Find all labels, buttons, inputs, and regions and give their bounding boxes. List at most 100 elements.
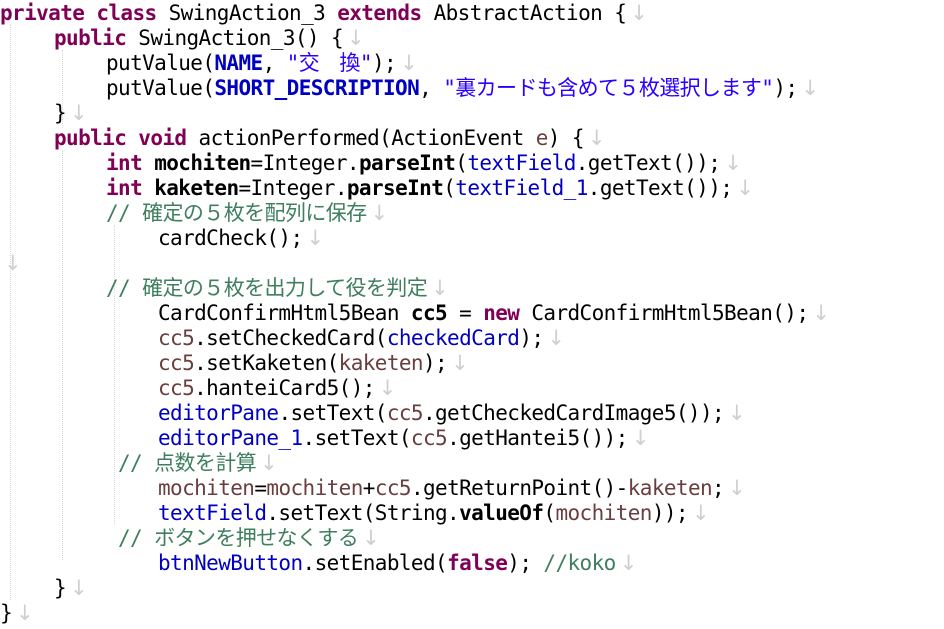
code-line[interactable]: textField.setText(String.valueOf(mochite… xyxy=(158,501,710,526)
code-line[interactable]: cc5.setCheckedCard(checkedCard); ↓ xyxy=(158,326,565,351)
code-line[interactable]: cc5.hanteiCard5(); ↓ xyxy=(158,376,396,401)
code-line[interactable]: btnNewButton.setEnabled(false); //koko ↓ xyxy=(158,551,637,576)
code-token: cc5 xyxy=(158,326,195,350)
code-token: cc5 xyxy=(158,351,195,375)
code-token: mochiten xyxy=(158,476,255,500)
code-token: ( xyxy=(455,151,468,175)
code-comment: // 確定の５枚を出力して役を判定 xyxy=(106,276,428,300)
code-token: mochiten xyxy=(266,476,363,500)
line-end-icon: ↓ xyxy=(587,126,606,150)
code-token: parseInt xyxy=(358,151,456,175)
code-token: cc5 xyxy=(374,476,412,500)
code-token: private class xyxy=(0,1,157,25)
code-token: editorPane xyxy=(158,401,279,425)
code-token: kaketen xyxy=(154,176,239,200)
line-end-icon: ↓ xyxy=(619,551,638,575)
code-token: + xyxy=(362,476,376,500)
code-token: kaketen xyxy=(338,351,424,375)
code-line[interactable]: // 確定の５枚を出力して役を判定 ↓ xyxy=(106,276,449,301)
line-end-icon: ↓ xyxy=(736,176,754,200)
line-end-icon: ↓ xyxy=(630,1,648,25)
code-token: , xyxy=(419,76,444,100)
code-token: } xyxy=(0,601,13,625)
code-token: SHORT_DESCRIPTION xyxy=(214,76,420,100)
code-editor[interactable]: private class SwingAction_3 extends Abst… xyxy=(0,0,944,629)
code-token: )); xyxy=(651,501,689,525)
code-token: putValue( xyxy=(106,76,215,100)
code-line[interactable]: public void actionPerformed(ActionEvent … xyxy=(54,126,606,151)
line-end-icon: ↓ xyxy=(631,426,650,450)
code-token: extends xyxy=(337,1,422,25)
code-token: } xyxy=(54,101,67,125)
code-line[interactable]: CardConfirmHtml5Bean cc5 = new CardConfi… xyxy=(158,301,830,326)
code-line[interactable]: cc5.setKaketen(kaketen); ↓ xyxy=(158,351,469,376)
code-token: valueOf xyxy=(459,501,544,525)
line-end-icon: ↓ xyxy=(547,326,565,350)
code-line[interactable]: putValue(SHORT_DESCRIPTION, "裏カードも含めて５枚選… xyxy=(106,76,819,101)
code-token: kaketen xyxy=(627,476,713,500)
code-line[interactable]: } ↓ xyxy=(54,576,88,601)
code-token: CardConfirmHtml5Bean xyxy=(158,301,411,325)
code-token: ( xyxy=(443,176,456,200)
code-token: ) { xyxy=(547,126,585,150)
code-line[interactable]: // 確定の５枚を配列に保存 ↓ xyxy=(106,201,388,226)
line-end-icon: ↓ xyxy=(4,251,22,275)
code-token: int xyxy=(106,176,143,200)
line-end-icon: ↓ xyxy=(400,51,418,75)
code-token: ); xyxy=(422,351,448,375)
code-token: cc5 xyxy=(158,376,195,400)
line-end-icon: ↓ xyxy=(451,351,469,375)
code-token: e xyxy=(535,126,549,150)
code-token: .getReturnPoint()- xyxy=(410,476,628,500)
code-line[interactable]: cardCheck(); ↓ xyxy=(158,226,324,251)
code-line[interactable]: editorPane_1.setText(cc5.getHantei5()); ↓ xyxy=(158,426,649,451)
code-token: SwingAction_3 xyxy=(156,1,338,25)
line-end-icon: ↓ xyxy=(728,476,746,500)
code-token: actionPerformed(ActionEvent xyxy=(186,126,536,150)
code-token: checkedCard xyxy=(386,326,520,350)
code-token: "裏カードも含めて５枚選択します" xyxy=(443,76,774,100)
code-line[interactable]: private class SwingAction_3 extends Abst… xyxy=(0,1,648,26)
code-token: public void xyxy=(54,126,187,150)
line-end-icon: ↓ xyxy=(70,101,88,125)
code-token: .setEnabled( xyxy=(302,551,448,575)
line-end-icon: ↓ xyxy=(691,501,710,525)
line-end-icon: ↓ xyxy=(16,601,34,625)
code-line[interactable]: // 点数を計算 ↓ xyxy=(118,451,278,476)
code-token: ); xyxy=(507,551,544,575)
code-comment: //koko xyxy=(543,551,616,575)
code-line[interactable]: } ↓ xyxy=(0,601,34,626)
code-token: = xyxy=(447,301,484,325)
code-line[interactable]: } ↓ xyxy=(54,101,88,126)
code-line[interactable]: ↓ xyxy=(0,251,22,276)
code-token: .getText()); xyxy=(575,151,721,175)
code-token: ); xyxy=(773,76,798,100)
code-token: public xyxy=(54,26,127,50)
code-token: false xyxy=(447,551,508,575)
code-token: mochiten xyxy=(555,501,652,525)
code-token: =Integer. xyxy=(250,151,360,175)
code-comment: // ボタンを押せなくする xyxy=(118,526,359,550)
code-token: mochiten xyxy=(154,151,251,175)
line-end-icon: ↓ xyxy=(431,276,449,300)
code-line[interactable]: // ボタンを押せなくする ↓ xyxy=(118,526,380,551)
code-comment: // 確定の５枚を配列に保存 xyxy=(106,201,367,225)
code-token: = xyxy=(254,476,267,500)
code-line[interactable]: editorPane.setText(cc5.getCheckedCardIma… xyxy=(158,401,746,426)
code-line[interactable]: int kaketen=Integer.parseInt(textField_1… xyxy=(106,176,754,201)
code-line[interactable]: mochiten=mochiten+cc5.getReturnPoint()-k… xyxy=(158,476,746,501)
code-token: textField xyxy=(158,501,267,525)
code-line[interactable]: int mochiten=Integer.parseInt(textField.… xyxy=(106,151,742,176)
code-line[interactable]: putValue(NAME, "交 換"); ↓ xyxy=(106,51,418,76)
code-token: ; xyxy=(712,476,725,500)
code-token: =Integer. xyxy=(238,176,348,200)
indent-guide xyxy=(10,24,11,600)
code-token: , xyxy=(262,51,287,75)
code-token: .hanteiCard5(); xyxy=(194,376,375,400)
code-token: .setText(String. xyxy=(266,501,460,525)
code-token: textField_1 xyxy=(455,176,588,200)
code-line[interactable]: public SwingAction_3() {↓ xyxy=(54,26,365,51)
line-end-icon: ↓ xyxy=(306,226,325,250)
